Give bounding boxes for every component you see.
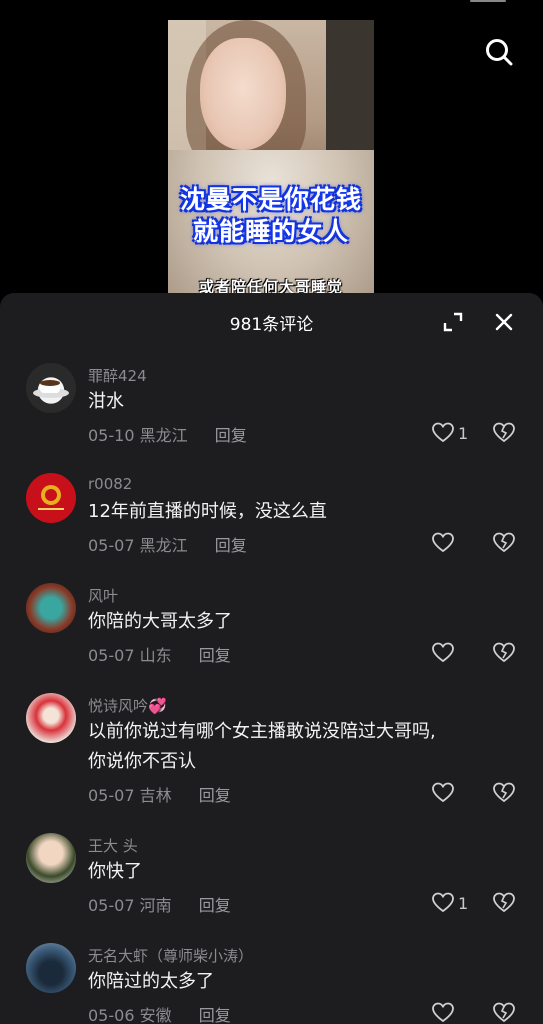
comment-username[interactable]: r0082 <box>88 475 132 493</box>
like-count: 1 <box>458 423 469 443</box>
comment-text: 泔水 <box>88 391 124 412</box>
hearts-emoji: 💞 <box>148 697 167 715</box>
comment-text: 你陪过的太多了 <box>88 971 214 992</box>
comment-date: 05-07 <box>88 646 135 665</box>
broken-heart-icon <box>493 1002 515 1023</box>
heart-icon <box>432 1002 454 1023</box>
comment-text: 你快了 <box>88 861 142 882</box>
comment-region: 黑龙江 <box>139 536 188 555</box>
reply-button[interactable]: 回复 <box>215 536 247 555</box>
search-icon <box>486 39 513 66</box>
comment-item: 悦诗风吟💞 以前你说过有哪个女主播敢说没陪过大哥吗, 你说你不否认 05-07 … <box>0 690 543 820</box>
reply-button[interactable]: 回复 <box>199 896 231 915</box>
dislike-button[interactable] <box>492 1001 516 1024</box>
video-caption-line2: 就能睡的女人 <box>192 217 349 246</box>
comment-sheet-header: 981条评论 <box>0 293 543 349</box>
comment-region: 山东 <box>139 646 172 665</box>
broken-heart-icon <box>493 532 515 553</box>
video-caption-line1: 沈曼不是你花钱 <box>179 185 362 214</box>
comment-meta: 05-06 安徽 回复 <box>88 1002 231 1024</box>
comment-item: 风叶 你陪的大哥太多了 05-07 山东 回复 <box>0 580 543 680</box>
comment-meta: 05-07 河南 回复 <box>88 892 231 916</box>
broken-heart-icon <box>493 642 515 663</box>
comment-username[interactable]: 无名大虾（尊师柴小涛） <box>88 945 253 966</box>
comment-sheet: 981条评论 罪醉424 泔水 05-10 黑龙江 回复 1 r0082 12年… <box>0 293 543 1024</box>
comment-text: 你陪的大哥太多了 <box>88 611 232 632</box>
heart-icon <box>432 532 454 553</box>
like-button[interactable]: 1 <box>431 421 468 445</box>
comment-text: 以前你说过有哪个女主播敢说没陪过大哥吗, <box>88 721 436 742</box>
dislike-button[interactable] <box>492 421 516 445</box>
like-button[interactable] <box>431 531 458 555</box>
comment-date: 05-06 <box>88 1006 135 1024</box>
avatar[interactable] <box>26 363 76 413</box>
comment-meta: 05-07 吉林 回复 <box>88 782 231 806</box>
broken-heart-icon <box>493 782 515 803</box>
comment-meta: 05-07 黑龙江 回复 <box>88 532 247 556</box>
dislike-button[interactable] <box>492 891 516 915</box>
comment-username[interactable]: 悦诗风吟💞 <box>88 695 167 716</box>
like-button[interactable] <box>431 641 458 665</box>
comment-text-line2: 你说你不否认 <box>88 751 196 772</box>
dislike-button[interactable] <box>492 531 516 555</box>
comment-date: 05-07 <box>88 896 135 915</box>
comment-region: 安徽 <box>139 1006 172 1024</box>
comment-date: 05-10 <box>88 426 135 445</box>
video-player[interactable]: 沈曼不是你花钱 就能睡的女人 或者陪任何大哥睡觉 <box>168 20 374 310</box>
comment-region: 吉林 <box>139 786 172 805</box>
heart-icon <box>432 422 454 443</box>
comment-region: 河南 <box>139 896 172 915</box>
video-person-face <box>200 38 286 150</box>
comment-username[interactable]: 王大 头 <box>88 835 138 856</box>
close-button[interactable] <box>493 311 515 333</box>
comment-date: 05-07 <box>88 536 135 555</box>
reply-button[interactable]: 回复 <box>199 646 231 665</box>
broken-heart-icon <box>493 892 515 913</box>
comment-meta: 05-07 山东 回复 <box>88 642 231 666</box>
coffee-cup-icon <box>33 380 69 398</box>
comment-text: 12年前直播的时候，没这么直 <box>88 501 327 522</box>
comment-item: 王大 头 你快了 05-07 河南 回复 1 <box>0 830 543 930</box>
broken-heart-icon <box>493 422 515 443</box>
comment-item: 无名大虾（尊师柴小涛） 你陪过的太多了 05-06 安徽 回复 <box>0 940 543 1024</box>
like-count: 1 <box>458 893 469 913</box>
search-button[interactable] <box>483 36 515 68</box>
comment-region: 黑龙江 <box>139 426 188 445</box>
avatar[interactable] <box>26 693 76 743</box>
avatar[interactable] <box>26 943 76 993</box>
heart-icon <box>432 892 454 913</box>
comment-item: r0082 12年前直播的时候，没这么直 05-07 黑龙江 回复 <box>0 470 543 570</box>
avatar[interactable] <box>26 473 76 523</box>
like-button[interactable] <box>431 781 458 805</box>
close-icon <box>495 313 513 331</box>
comment-meta: 05-10 黑龙江 回复 <box>88 422 247 446</box>
comment-username[interactable]: 罪醉424 <box>88 365 147 386</box>
dislike-button[interactable] <box>492 781 516 805</box>
reply-button[interactable]: 回复 <box>215 426 247 445</box>
heart-icon <box>432 642 454 663</box>
avatar[interactable] <box>26 833 76 883</box>
dislike-button[interactable] <box>492 641 516 665</box>
comment-item: 罪醉424 泔水 05-10 黑龙江 回复 1 <box>0 360 543 460</box>
like-button[interactable]: 1 <box>431 891 468 915</box>
comment-username[interactable]: 风叶 <box>88 585 118 606</box>
emblem-icon <box>38 485 64 510</box>
comment-username-text: 悦诗风吟 <box>88 697 149 715</box>
avatar[interactable] <box>26 583 76 633</box>
expand-icon <box>443 312 463 332</box>
heart-icon <box>432 782 454 803</box>
comment-date: 05-07 <box>88 786 135 805</box>
status-indicator <box>470 0 506 2</box>
like-button[interactable] <box>431 1001 458 1024</box>
reply-button[interactable]: 回复 <box>199 1006 231 1024</box>
expand-button[interactable] <box>442 311 464 333</box>
reply-button[interactable]: 回复 <box>199 786 231 805</box>
